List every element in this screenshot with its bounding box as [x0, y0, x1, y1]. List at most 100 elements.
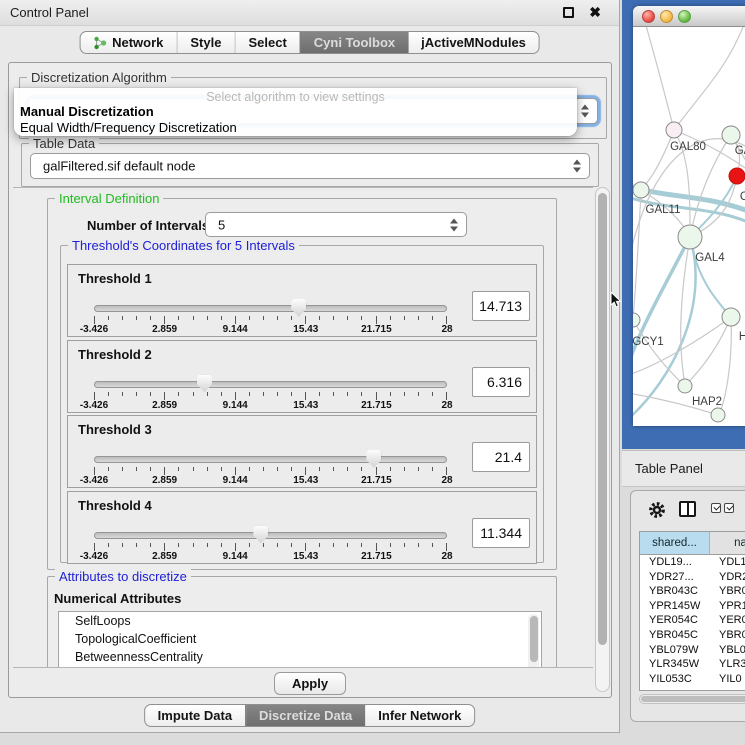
- hscrollbar-thumb[interactable]: [641, 696, 745, 702]
- table-cell[interactable]: YDL1: [710, 555, 745, 570]
- table-row[interactable]: YER054CYER0: [640, 613, 745, 628]
- threshold-slider-thumb[interactable]: [253, 526, 268, 544]
- table-row[interactable]: YBL079WYBL0: [640, 643, 745, 658]
- tab-impute-data[interactable]: Impute Data: [145, 705, 245, 726]
- combo-arrows-icon: [581, 105, 589, 118]
- table-cell[interactable]: YLR3: [710, 657, 745, 672]
- table-cell[interactable]: YLR345W: [640, 657, 710, 672]
- tab-select[interactable]: Select: [234, 32, 299, 53]
- table-row[interactable]: YDR27...YDR2: [640, 570, 745, 585]
- tab-label: Cyni Toolbox: [314, 35, 395, 50]
- threshold-slider-track[interactable]: [94, 381, 447, 388]
- threshold-value-field[interactable]: 21.4: [472, 442, 530, 472]
- table-row[interactable]: YLR345WYLR3: [640, 657, 745, 672]
- table-cell[interactable]: YIL053C: [640, 672, 710, 687]
- scrollbar-thumb[interactable]: [598, 193, 607, 645]
- network-node[interactable]: [633, 313, 640, 327]
- threshold-slider-track[interactable]: [94, 305, 447, 312]
- threshold-value-field[interactable]: 6.316: [472, 367, 530, 397]
- threshold-panel-3: Threshold 3-3.4262.8599.14415.4321.71528…: [67, 415, 537, 488]
- network-node-selected[interactable]: [729, 168, 745, 184]
- table-cell[interactable]: YDR2: [710, 570, 745, 585]
- table-cell[interactable]: YBR0: [710, 628, 745, 643]
- float-window-icon[interactable]: [563, 7, 574, 18]
- slider-tick-labels: -3.4262.8599.14415.4321.71528: [94, 475, 447, 486]
- table-row[interactable]: YDL19...YDL1: [640, 555, 745, 570]
- threshold-value-field[interactable]: 14.713: [472, 291, 530, 321]
- network-edge[interactable]: [681, 237, 690, 386]
- apply-button[interactable]: Apply: [274, 672, 346, 695]
- threshold-slider-track[interactable]: [94, 456, 447, 463]
- zoom-traffic-light-icon[interactable]: [678, 10, 691, 23]
- table-cell[interactable]: YBL0: [710, 643, 745, 658]
- tab-label: Style: [190, 35, 221, 50]
- network-node[interactable]: [722, 308, 740, 326]
- table-row[interactable]: YPR145WYPR1: [640, 599, 745, 614]
- table-cell[interactable]: YPR145W: [640, 599, 710, 614]
- dropdown-item-equal-width-frequency-discretization[interactable]: Equal Width/Frequency Discretization: [14, 120, 577, 136]
- table-cell[interactable]: YDR27...: [640, 570, 710, 585]
- minimize-traffic-light-icon[interactable]: [660, 10, 673, 23]
- table-cell[interactable]: YER0: [710, 613, 745, 628]
- network-node[interactable]: [678, 225, 702, 249]
- table-row[interactable]: YBR045CYBR0: [640, 628, 745, 643]
- node-attribute-table[interactable]: shared...nameYDL19...YDL1YDR27...YDR2YBR…: [639, 531, 745, 691]
- split-columns-icon[interactable]: [679, 501, 696, 517]
- network-edge[interactable]: [674, 27, 745, 130]
- attribute-item-betweennesscentrality[interactable]: BetweennessCentrality: [59, 648, 541, 666]
- horizontal-scrollbar[interactable]: [639, 694, 745, 704]
- tab-jactivemnodules[interactable]: jActiveMNodules: [408, 32, 539, 53]
- network-canvas[interactable]: GAL80GAGAL11CGAL4GCY1HHAP2: [633, 27, 745, 426]
- table-cell[interactable]: YIL0: [710, 672, 745, 687]
- network-node[interactable]: [678, 379, 692, 393]
- table-cell[interactable]: YBR0: [710, 584, 745, 599]
- network-node[interactable]: [666, 122, 682, 138]
- table-cell[interactable]: YBR043C: [640, 584, 710, 599]
- column-checkboxes-icon[interactable]: [711, 502, 737, 516]
- column-header-name[interactable]: name: [710, 532, 745, 555]
- dropdown-item-manual-discretization[interactable]: Manual Discretization: [14, 104, 577, 120]
- network-edge[interactable]: [645, 27, 674, 130]
- network-window-titlebar[interactable]: [633, 6, 745, 27]
- network-edge[interactable]: [633, 190, 641, 320]
- num-intervals-label: Number of Intervals: [87, 218, 209, 233]
- table-cell[interactable]: YBR045C: [640, 628, 710, 643]
- threshold-slider-thumb[interactable]: [366, 450, 381, 468]
- attribute-item-selfloops[interactable]: SelfLoops: [59, 612, 541, 630]
- vertical-scrollbar[interactable]: [595, 187, 610, 692]
- threshold-value-field[interactable]: 11.344: [472, 518, 530, 548]
- tab-infer-network[interactable]: Infer Network: [365, 705, 474, 726]
- numerical-attributes-list[interactable]: SelfLoopsTopologicalCoefficientBetweenne…: [58, 611, 542, 668]
- column-header-shared[interactable]: shared...: [640, 532, 710, 555]
- tab-cyni-toolbox[interactable]: Cyni Toolbox: [300, 32, 408, 53]
- close-traffic-light-icon[interactable]: [642, 10, 655, 23]
- table-cell[interactable]: YBL079W: [640, 643, 710, 658]
- tab-label: Network: [112, 35, 163, 50]
- control-panel-tabs: Network Style Select Cyni Toolbox jActiveMNo…: [79, 31, 540, 54]
- network-node[interactable]: [633, 182, 649, 198]
- settings-gear-icon[interactable]: [647, 500, 667, 520]
- threshold-panel-1: Threshold 1-3.4262.8599.14415.4321.71528…: [67, 264, 537, 337]
- threshold-slider-thumb[interactable]: [291, 299, 306, 317]
- table-row[interactable]: YBR043CYBR0: [640, 584, 745, 599]
- threshold-slider-thumb[interactable]: [197, 375, 212, 393]
- list-scrollbar[interactable]: [528, 614, 539, 668]
- network-node[interactable]: [722, 126, 740, 144]
- tab-network[interactable]: Network: [80, 32, 176, 53]
- tab-discretize-data[interactable]: Discretize Data: [245, 705, 365, 726]
- table-data-combobox[interactable]: galFiltered.sif default node: [30, 153, 590, 179]
- network-node[interactable]: [711, 408, 725, 422]
- node-label-gal11: GAL11: [646, 204, 681, 216]
- attribute-item-topologicalcoefficient[interactable]: TopologicalCoefficient: [59, 630, 541, 648]
- tab-style[interactable]: Style: [176, 32, 234, 53]
- table-row[interactable]: YIL053CYIL0: [640, 672, 745, 687]
- num-intervals-combobox[interactable]: 5: [205, 212, 467, 237]
- threshold-slider-track[interactable]: [94, 532, 447, 539]
- table-cell[interactable]: YDL19...: [640, 555, 710, 570]
- combo-arrows-icon: [573, 160, 581, 173]
- table-cell[interactable]: YPR1: [710, 599, 745, 614]
- network-graph-icon: [93, 36, 106, 50]
- table-cell[interactable]: YER054C: [640, 613, 710, 628]
- network-edge[interactable]: [685, 317, 731, 386]
- close-icon[interactable]: ✖: [589, 4, 601, 21]
